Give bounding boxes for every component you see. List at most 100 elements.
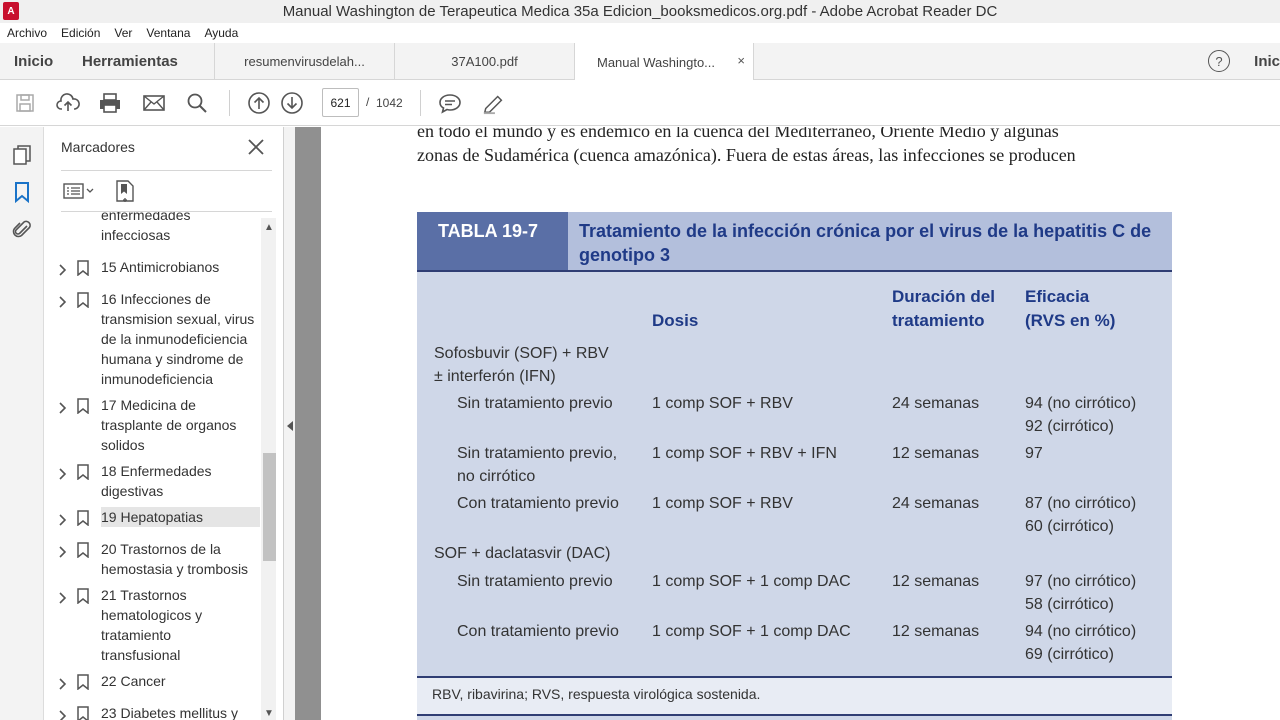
expand-chevron-icon[interactable] — [58, 511, 68, 526]
expand-chevron-icon[interactable] — [58, 293, 68, 308]
table-row-efficacy: 94 (no cirrótico) 69 (cirrótico) — [1025, 623, 1137, 663]
bookmark-label: 20 Trastornos de la hemostasia y trombos… — [101, 541, 249, 577]
print-icon[interactable] — [98, 91, 122, 115]
tools-tab[interactable]: Herramientas — [82, 43, 214, 79]
bookmark-icon — [77, 588, 89, 605]
scroll-up-arrow-icon[interactable]: ▲ — [263, 222, 275, 234]
body-text-line: en todo el mundo y es endémico en la cue… — [417, 127, 1059, 141]
expand-chevron-icon[interactable] — [58, 261, 68, 276]
expand-chevron-icon[interactable] — [58, 543, 68, 558]
scrollbar-thumb[interactable] — [263, 453, 276, 561]
close-tab-icon[interactable]: × — [737, 53, 745, 68]
bookmark-icon — [77, 706, 89, 720]
doc-tab-37a100[interactable]: 37A100.pdf — [394, 43, 574, 79]
bookmark-label: 16 Infecciones de transmision sexual, vi… — [101, 291, 255, 387]
table-row-efficacy: 97 (no cirrótico) 58 (cirrótico) — [1025, 573, 1137, 613]
expand-chevron-icon[interactable] — [58, 399, 68, 414]
bookmark-options-icon[interactable] — [63, 181, 95, 201]
page-separator: / — [366, 95, 370, 109]
right-nav-label[interactable]: Inic — [1254, 53, 1280, 70]
table-row-case: Con tratamiento previo — [457, 495, 619, 512]
panel-collapse-handle[interactable] — [284, 127, 295, 720]
table-row-case: Sin tratamiento previo — [457, 395, 613, 412]
new-bookmark-icon[interactable] — [114, 179, 136, 203]
menu-archivo[interactable]: Archivo — [7, 26, 47, 40]
bookmark-label: 17 Medicina de trasplante de organos sol… — [101, 397, 237, 453]
bookmarks-list: enfermedades infecciosas 15 Antimicrobian… — [44, 212, 260, 720]
menu-ver[interactable]: Ver — [114, 26, 132, 40]
page-down-icon[interactable] — [280, 91, 304, 115]
page-total: 1042 — [376, 96, 403, 110]
table-group-label: SOF + daclatasvir (DAC) — [434, 545, 611, 562]
search-icon[interactable] — [185, 91, 209, 115]
table-row-duration: 12 semanas — [892, 445, 980, 462]
table-row-dose: 1 comp SOF + 1 comp DAC — [652, 623, 851, 640]
bookmark-icon — [77, 674, 89, 691]
help-icon[interactable]: ? — [1208, 50, 1230, 72]
expand-chevron-icon[interactable] — [58, 675, 68, 690]
menu-ayuda[interactable]: Ayuda — [204, 26, 238, 40]
table-row-efficacy: 94 (no cirrótico) 92 (cirrótico) — [1025, 395, 1137, 435]
page-number-input[interactable]: 621 — [322, 88, 359, 117]
toolbar — [0, 80, 1280, 126]
doc-tab-resumen[interactable]: resumenvirusdelah... — [214, 43, 394, 79]
home-tab[interactable]: Inicio — [0, 43, 82, 79]
toolbar-separator — [420, 90, 421, 116]
menu-bar: Archivo Edición Ver Ventana Ayuda — [0, 23, 1280, 43]
bookmarks-panel: Marcadores enfermedades infecciosas 15 An… — [44, 127, 284, 720]
bookmark-label: 23 Diabetes mellitus y — [101, 705, 238, 720]
bookmark-label: 19 Hepatopatias — [101, 507, 260, 527]
table-row-dose: 1 comp SOF + RBV — [652, 495, 793, 512]
table-row-dose: 1 comp SOF + RBV + IFN — [652, 445, 837, 462]
bookmarks-panel-title: Marcadores — [61, 139, 135, 155]
expand-chevron-icon[interactable] — [58, 707, 68, 720]
bookmark-label: 21 Trastornos hematologicos y tratamient… — [101, 587, 203, 663]
save-icon[interactable] — [13, 91, 37, 115]
highlight-pen-icon[interactable] — [482, 91, 506, 115]
window-title-bar: A Manual Washington de Terapeutica Medic… — [0, 0, 1280, 23]
bookmark-icon — [77, 464, 89, 481]
bookmark-label: 18 Enfermedades digestivas — [101, 463, 212, 499]
doc-tab-manual-washington[interactable]: Manual Washingto... × — [574, 43, 754, 81]
doc-tab-label: resumenvirusdelah... — [244, 53, 365, 69]
bookmarks-scrollbar[interactable]: ▲ ▼ — [261, 218, 276, 720]
menu-edicion[interactable]: Edición — [61, 26, 100, 40]
menu-ventana[interactable]: Ventana — [146, 26, 190, 40]
page-up-icon[interactable] — [247, 91, 271, 115]
table-row-duration: 12 semanas — [892, 573, 980, 590]
bookmark-icon — [77, 510, 89, 527]
expand-chevron-icon[interactable] — [58, 465, 68, 480]
table-row-case: Sin tratamiento previo, no cirrótico — [457, 445, 618, 485]
email-icon[interactable] — [142, 91, 166, 115]
bookmark-label: 15 Antimicrobianos — [101, 259, 220, 275]
column-header-efficacy: Eficacia (RVS en %) — [1025, 287, 1116, 330]
column-header-dose: Dosis — [652, 311, 699, 330]
column-header-duration: Duración del tratamiento — [892, 287, 995, 330]
table-row-duration: 24 semanas — [892, 495, 980, 512]
upload-icon[interactable] — [56, 91, 80, 115]
bookmarks-panel-icon[interactable] — [11, 180, 33, 204]
table-group-label: Sofosbuvir (SOF) + RBV ± interferón (IFN… — [434, 345, 609, 385]
table-row-efficacy: 87 (no cirrótico) 60 (cirrótico) — [1025, 495, 1137, 535]
page-thumbnails-icon[interactable] — [11, 143, 33, 167]
tab-bar: Inicio Herramientas resumenvirusdelah...… — [0, 43, 1280, 81]
doc-tab-label: Manual Washingto... — [596, 54, 716, 70]
scroll-down-arrow-icon[interactable]: ▼ — [263, 708, 275, 720]
comment-icon[interactable] — [438, 91, 462, 115]
table-row-duration: 24 semanas — [892, 395, 980, 412]
expand-chevron-icon[interactable] — [58, 589, 68, 604]
toolbar-separator — [229, 90, 230, 116]
close-icon[interactable] — [246, 137, 266, 157]
attachments-icon[interactable] — [11, 217, 33, 241]
table-row-efficacy: 97 — [1025, 445, 1043, 462]
table-footnote: RBV, ribavirina; RVS, respuesta virológi… — [432, 686, 761, 702]
window-title: Manual Washington de Terapeutica Medica … — [282, 3, 998, 20]
bookmark-icon — [77, 398, 89, 415]
doc-tab-label: 37A100.pdf — [451, 53, 518, 69]
bookmark-icon — [77, 542, 89, 559]
collapse-arrow-icon — [287, 421, 293, 431]
table-title: Tratamiento de la infección crónica por … — [579, 221, 1152, 265]
bookmark-icon — [77, 292, 89, 309]
body-text-line: zonas de Sudamérica (cuenca amazónica). … — [417, 145, 1076, 165]
table-row-dose: 1 comp SOF + 1 comp DAC — [652, 573, 851, 590]
